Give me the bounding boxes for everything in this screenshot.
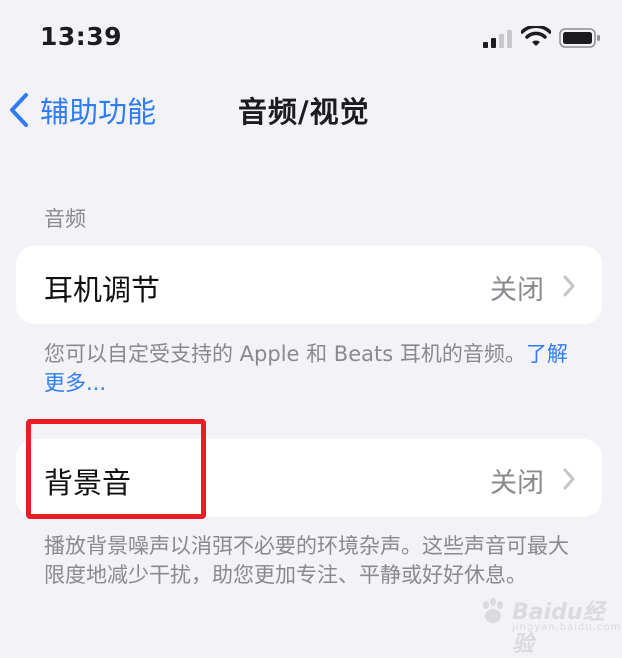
paw-logo-icon — [483, 598, 503, 623]
chevron-right-icon — [563, 275, 575, 297]
headphones-footer: 您可以自定受支持的 Apple 和 Beats 耳机的音频。了解更多... — [44, 340, 584, 398]
chevron-left-icon — [10, 93, 28, 127]
navigation-bar: 辅助功能 音频/视觉 — [0, 78, 622, 144]
cell-label: 耳机调节 — [44, 273, 161, 307]
watermark-subtext: jingyan.baidu.com — [512, 622, 622, 633]
back-label: 辅助功能 — [40, 95, 157, 129]
cell-value: 关闭 — [490, 468, 544, 499]
headphone-accommodations-cell[interactable]: 耳机调节 关闭 — [16, 246, 602, 324]
status-bar: 13:39 — [0, 0, 622, 78]
status-time: 13:39 — [40, 22, 123, 51]
page-title: 音频/视觉 — [238, 95, 370, 129]
headphones-footer-text: 您可以自定受支持的 Apple 和 Beats 耳机的音频。 — [44, 342, 526, 366]
section-header-audio: 音频 — [44, 207, 86, 231]
baidu-watermark: Baidu经验 jingyan.baidu.com — [478, 594, 622, 657]
chevron-right-icon — [563, 468, 575, 490]
wifi-icon — [521, 26, 551, 46]
battery-icon — [559, 28, 600, 48]
cell-value: 关闭 — [490, 275, 544, 306]
cellular-signal-icon — [483, 30, 512, 48]
highlight-annotation-box — [26, 419, 206, 519]
back-button[interactable]: 辅助功能 — [8, 88, 156, 132]
background-sounds-footer: 播放背景噪声以消弭不必要的环境杂声。这些声音可最大限度地减少干扰，助您更加专注、… — [44, 534, 569, 587]
